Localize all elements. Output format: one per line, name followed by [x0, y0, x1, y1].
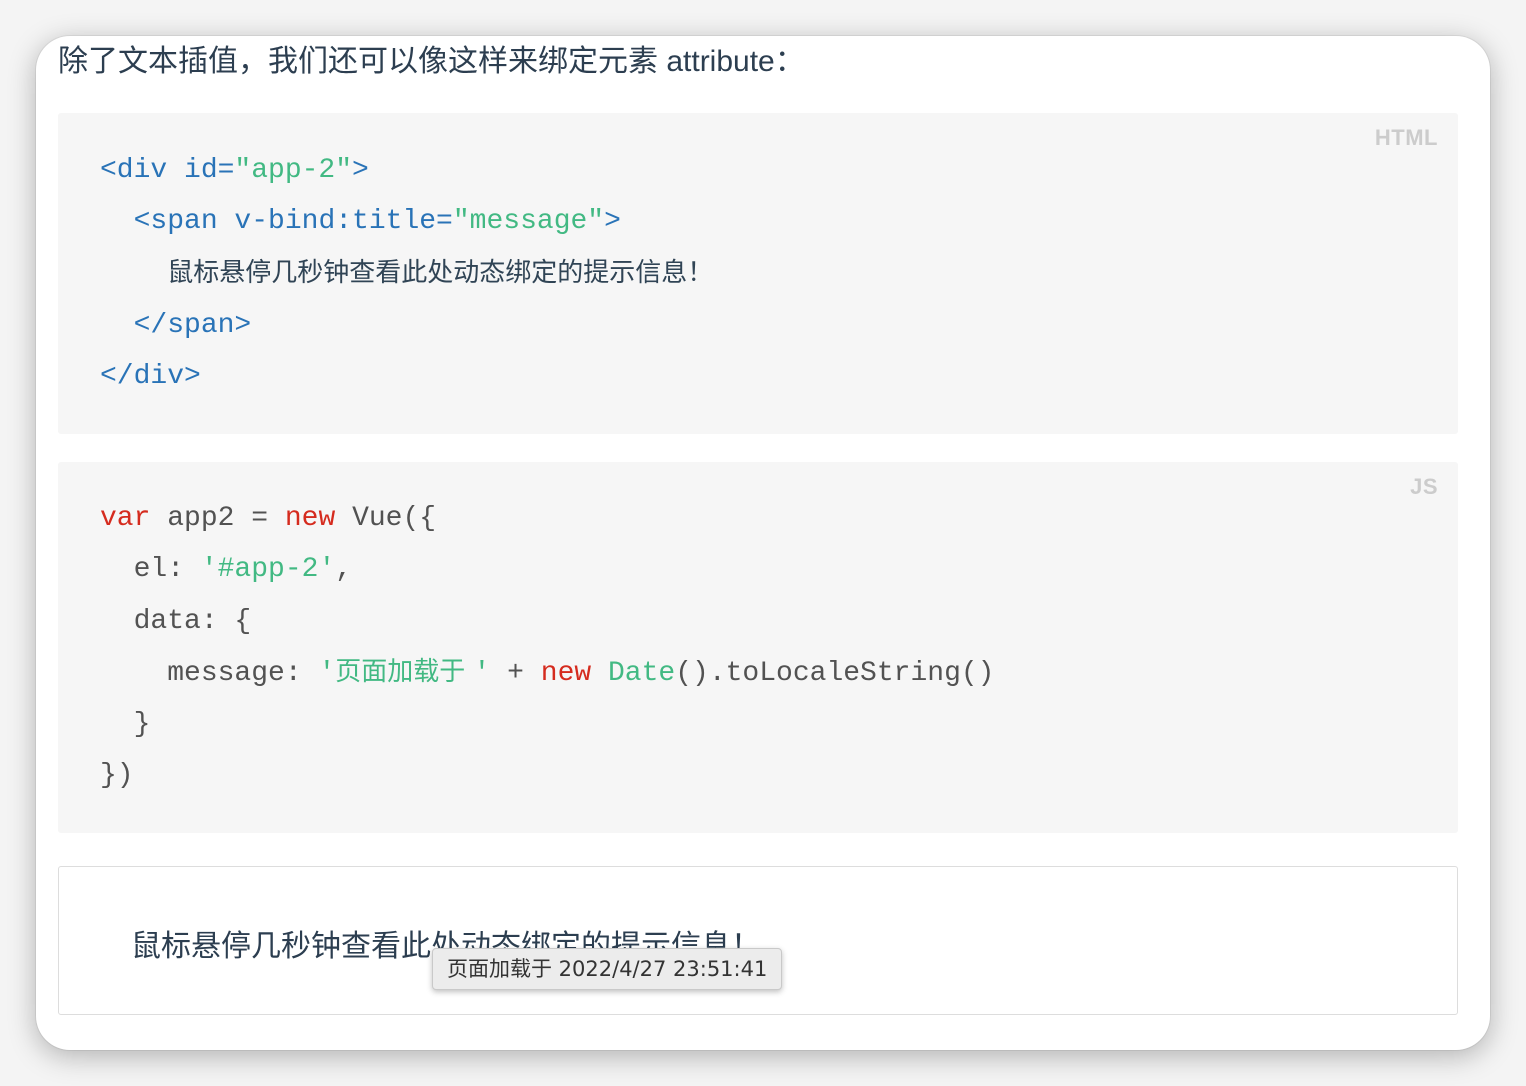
html-line-3: 鼠标悬停几秒钟查看此处动态绑定的提示信息！	[100, 257, 714, 290]
string-el-value: '#app-2'	[200, 554, 336, 586]
tag-close-div: </div>	[100, 361, 201, 393]
js-line-5: }	[100, 709, 151, 741]
keyword-new: new	[284, 503, 336, 534]
js-line-2: el: '#app-2',	[100, 554, 352, 585]
js-line-1: var app2 = new Vue({	[100, 503, 436, 534]
code-text: data: {	[133, 605, 252, 637]
html-lang-label: HTML	[1374, 125, 1438, 150]
html-line-5: </div>	[100, 361, 201, 392]
code-text: ,	[335, 554, 353, 586]
string-quote: '	[473, 657, 491, 689]
code-text: Vue({	[335, 503, 437, 534]
js-line-3: data: {	[100, 605, 252, 637]
span-inner-text: 鼠标悬停几秒钟查看此处动态绑定的提示信息！	[167, 257, 714, 288]
html-line-4: </span>	[100, 309, 252, 341]
title-tooltip: 页面加载于 2022/4/27 23:51:41	[432, 948, 783, 990]
js-line-6: })	[100, 760, 134, 791]
attr-value-message: "message"	[452, 206, 605, 238]
tag-close-bracket: >	[352, 155, 369, 186]
code-text: message:	[167, 657, 319, 689]
js-lang-label: JS	[1410, 474, 1438, 499]
code-text: el:	[133, 554, 201, 586]
js-code-block[interactable]: JS var app2 = new Vue({ el: '#app-2', da…	[58, 462, 1458, 833]
code-text: +	[490, 657, 541, 689]
html-line-2: <span v-bind:title="message">	[100, 206, 621, 237]
tag-open-div: <div id=	[100, 155, 235, 186]
js-code: var app2 = new Vue({ el: '#app-2', data:…	[100, 493, 994, 802]
js-line-4: message: '页面加载于 ' + new Date().toLocaleS…	[100, 656, 995, 689]
code-text: })	[100, 760, 134, 792]
code-text: app2 =	[150, 503, 285, 534]
keyword-new: new	[540, 657, 592, 689]
builtin-date: Date	[608, 657, 676, 689]
code-text: ().toLocaleString()	[675, 657, 995, 689]
tag-close-span: </span>	[133, 309, 252, 341]
code-text: }	[133, 709, 151, 741]
intro-paragraph: 除了文本插值，我们还可以像这样来绑定元素 attribute：	[58, 45, 805, 78]
browser-content-window: 除了文本插值，我们还可以像这样来绑定元素 attribute： HTML <di…	[36, 36, 1490, 1050]
keyword-var: var	[100, 503, 151, 534]
demo-result-box: 鼠标悬停几秒钟查看此处动态绑定的提示信息！	[58, 866, 1458, 1015]
attr-value-app2: "app-2"	[234, 155, 353, 186]
html-code: <div id="app-2"> <span v-bind:title="mes…	[100, 145, 713, 402]
string-message-text: 页面加载于	[335, 656, 474, 687]
string-quote: '	[318, 657, 336, 689]
html-code-block[interactable]: HTML <div id="app-2"> <span v-bind:title…	[58, 113, 1458, 434]
html-line-1: <div id="app-2">	[100, 155, 369, 186]
tag-close-bracket: >	[604, 206, 621, 238]
tag-open-span: <span v-bind:title=	[133, 206, 453, 238]
